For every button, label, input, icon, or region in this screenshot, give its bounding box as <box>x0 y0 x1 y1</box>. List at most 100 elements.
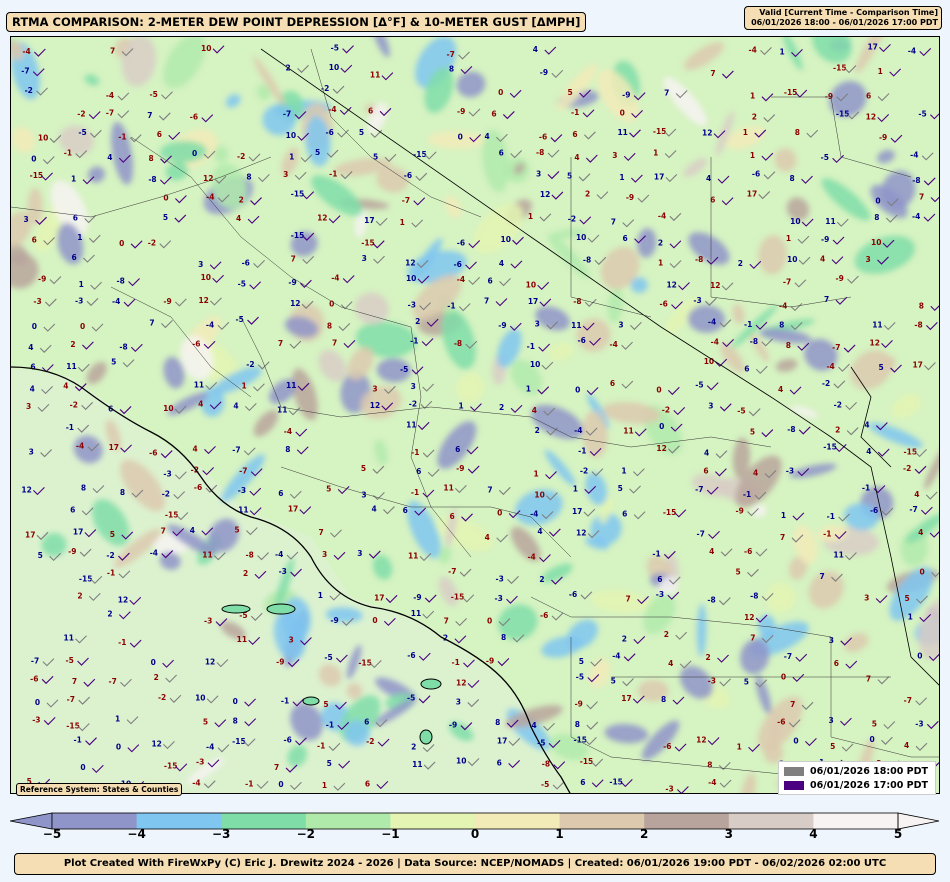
station-value: 8 <box>575 720 580 729</box>
station-value: 4 <box>820 255 825 264</box>
station-value: 11 <box>370 71 380 80</box>
station-value: 7 <box>274 763 279 772</box>
station-value: -6 <box>242 258 250 267</box>
station-value: -2 <box>568 215 576 224</box>
station-value: -3 <box>238 486 246 495</box>
station-value: 8 <box>246 172 251 181</box>
station-value: -1 <box>281 697 289 706</box>
station-value: -7 <box>232 446 240 455</box>
station-value: 4 <box>30 384 35 393</box>
station-value: -2 <box>162 489 170 498</box>
station-value: -4 <box>708 318 716 327</box>
station-value: 12 <box>118 595 128 604</box>
station-value: -6 <box>192 339 200 348</box>
station-value: -3 <box>665 785 673 794</box>
station-value: 0 <box>575 386 580 395</box>
station-value: -5 <box>78 128 86 137</box>
station-value: -15 <box>609 777 623 786</box>
station-value: -8 <box>583 255 591 264</box>
station-value: -3 <box>408 301 416 310</box>
station-value: 1 <box>908 612 913 621</box>
station-value: 7 <box>444 616 449 625</box>
station-value: -1 <box>329 169 337 178</box>
station-value: 11 <box>872 320 882 329</box>
field-blob <box>27 187 43 225</box>
station-value: -8 <box>246 551 254 560</box>
station-value: 11 <box>286 381 296 390</box>
station-value: -7 <box>904 696 912 705</box>
legend-swatch-comparison <box>784 781 804 790</box>
station-value: 1 <box>737 742 742 751</box>
station-value: 12 <box>205 658 215 667</box>
station-value: 6 <box>623 234 628 243</box>
station-value: 3 <box>24 215 29 224</box>
station-value: 7 <box>664 88 669 97</box>
station-value: 12 <box>198 296 208 305</box>
station-value: -7 <box>283 110 291 119</box>
station-value: -9 <box>821 235 829 244</box>
station-value: 8 <box>779 320 784 329</box>
station-value: -3 <box>496 574 504 583</box>
station-value: 10 <box>526 280 536 289</box>
station-value: 3 <box>708 402 713 411</box>
station-value: 7 <box>750 633 755 642</box>
station-value: 11 <box>406 420 416 429</box>
station-value: 5 <box>359 128 364 137</box>
station-value: 6 <box>744 364 749 373</box>
station-value: 12 <box>870 338 880 347</box>
station-value: -9 <box>498 321 506 330</box>
station-value: 11 <box>237 635 247 644</box>
colorbar-tick-label: −1 <box>381 827 400 841</box>
station-value: -3 <box>656 590 664 599</box>
station-value: 10 <box>790 217 800 226</box>
station-value: 0 <box>31 155 36 164</box>
station-value: 7 <box>72 677 77 686</box>
station-value: 4 <box>778 385 783 394</box>
station-value: -15 <box>165 510 179 519</box>
station-value: -3 <box>494 594 502 603</box>
station-value: 6 <box>455 445 460 454</box>
station-value: -7 <box>21 67 29 76</box>
colorbar-tick-label: 3 <box>724 827 733 841</box>
station-value: 5 <box>872 720 877 729</box>
station-value: -4 <box>658 211 666 220</box>
station-value: 1 <box>528 212 533 221</box>
station-value: 0 <box>80 322 85 331</box>
station-value: -7 <box>783 278 791 287</box>
station-value: -5 <box>407 694 415 703</box>
station-value: -8 <box>536 148 544 157</box>
station-value: -6 <box>283 736 291 745</box>
station-value: 3 <box>618 320 623 329</box>
station-value: -2 <box>158 693 166 702</box>
station-value: -1 <box>317 741 325 750</box>
station-value: -4 <box>749 45 757 54</box>
station-value: -6 <box>870 506 878 515</box>
colorbar-tick-label: −4 <box>127 827 146 841</box>
station-value: 0 <box>793 736 798 745</box>
station-value: 4 <box>190 526 195 535</box>
station-value: 0 <box>116 743 121 752</box>
station-value: -7 <box>697 529 705 538</box>
station-value: -1 <box>74 736 82 745</box>
colorbar-tick-label: −3 <box>211 827 231 841</box>
station-value: -1 <box>118 638 126 647</box>
station-value: -15 <box>784 88 798 97</box>
station-value: -5 <box>695 381 703 390</box>
legend-item-current: 06/01/2026 18:00 PDT <box>784 765 928 778</box>
station-value: 2 <box>752 113 757 122</box>
station-value: -2 <box>822 379 830 388</box>
station-value: 2 <box>107 610 112 619</box>
station-value: -1 <box>652 549 660 558</box>
station-value: -2 <box>77 110 85 119</box>
station-value: 5 <box>611 677 616 686</box>
station-value: 1 <box>743 128 748 137</box>
station-value: 4 <box>709 547 714 556</box>
station-value: -4 <box>206 743 214 752</box>
station-value: 1 <box>289 153 294 162</box>
station-value: 3 <box>288 636 293 645</box>
station-value: -2 <box>25 86 33 95</box>
station-value: 6 <box>70 506 75 515</box>
station-value: 1 <box>750 92 755 101</box>
station-value: -15 <box>291 190 305 199</box>
legend-label-comparison: 06/01/2026 17:00 PDT <box>810 780 929 791</box>
